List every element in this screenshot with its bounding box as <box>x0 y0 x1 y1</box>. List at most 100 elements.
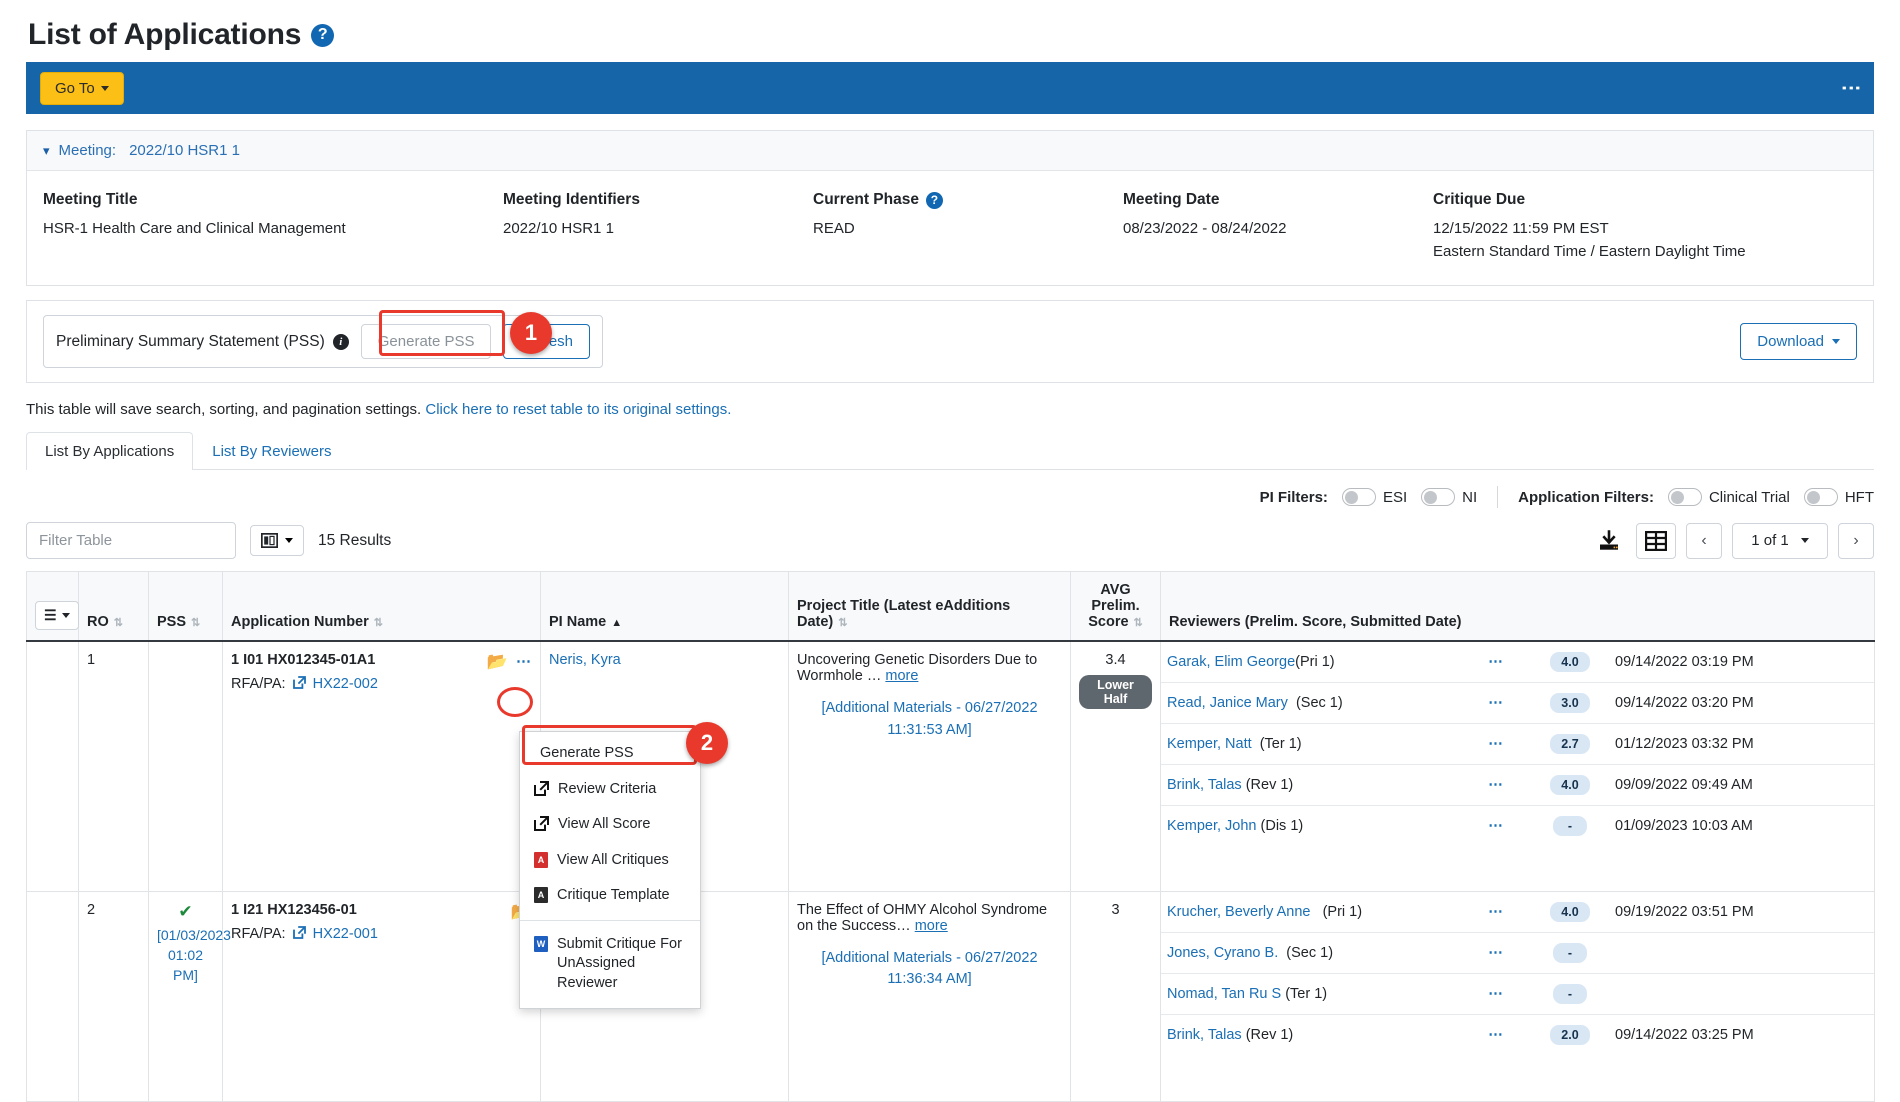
reviewer-actions-icon[interactable]: ⋯ <box>1461 723 1531 765</box>
reviewer-name-cell[interactable]: Read, Janice Mary (Sec 1) <box>1161 682 1461 724</box>
ctx-review-criteria[interactable]: Review Criteria <box>520 772 700 808</box>
reviewer-actions-icon[interactable]: ⋯ <box>1461 764 1531 806</box>
filter-ni[interactable]: NI <box>1421 488 1477 506</box>
download-icon[interactable] <box>1592 523 1626 559</box>
sort-icon: ⇅ <box>1133 617 1143 629</box>
grid-view-icon[interactable] <box>1636 522 1676 559</box>
reviewer-name[interactable]: Read, Janice Mary <box>1167 695 1288 711</box>
score-pill: - <box>1553 983 1587 1004</box>
reviewer-role: (Ter 1) <box>1259 736 1302 752</box>
ctx-critique-template[interactable]: A Critique Template <box>520 878 700 914</box>
reviewer-name[interactable]: Garak, Elim George <box>1167 654 1295 670</box>
column-visibility-button[interactable] <box>250 525 304 556</box>
ctx-submit-critique-unassigned[interactable]: W Submit Critique For UnAssigned Reviewe… <box>520 927 700 1002</box>
ctx-view-all-critiques[interactable]: A View All Critiques <box>520 843 700 879</box>
row-actions-icon[interactable]: ⋯ <box>516 652 532 670</box>
score-pill: 2.7 <box>1550 734 1590 754</box>
application-number: 1 I01 HX012345-01A1 <box>231 652 376 668</box>
filter-table-input[interactable] <box>26 522 236 559</box>
toggle-esi[interactable] <box>1341 488 1376 506</box>
reviewer-name-cell[interactable]: Kemper, Natt (Ter 1) <box>1161 723 1461 765</box>
field-label: Critique Due <box>1433 191 1526 208</box>
reviewer-name-cell[interactable]: Kemper, John (Dis 1) <box>1161 806 1461 847</box>
toggle-clinical-trial[interactable] <box>1667 488 1702 506</box>
field-value: 08/23/2022 - 08/24/2022 <box>1123 220 1287 237</box>
pi-name-link[interactable]: Neris, Kyra <box>549 652 621 668</box>
reviewer-name[interactable]: Nomad, Tan Ru S <box>1167 986 1281 1002</box>
filter-esi-label: ESI <box>1382 488 1408 506</box>
filter-hft[interactable]: HFT <box>1803 488 1874 506</box>
filter-esi[interactable]: ESI <box>1341 488 1408 506</box>
reviewer-name-cell[interactable]: Brink, Talas (Rev 1) <box>1161 1014 1461 1055</box>
reviewer-name[interactable]: Krucher, Beverly Anne <box>1167 904 1310 920</box>
folder-icon[interactable]: 📂 <box>487 652 508 672</box>
project-more-link[interactable]: more <box>885 668 918 684</box>
meeting-collapse-header[interactable]: ▾ Meeting: 2022/10 HSR1 1 <box>27 131 1873 171</box>
next-page-button[interactable]: › <box>1838 522 1874 559</box>
th-pi-name[interactable]: PI Name ▲ <box>540 571 789 642</box>
reviewer-name[interactable]: Jones, Cyrano B. <box>1167 945 1278 961</box>
hamburger-icon: ☰ <box>44 607 57 623</box>
reviewer-name[interactable]: Kemper, Natt <box>1167 736 1252 752</box>
th-avg-score[interactable]: AVG Prelim. Score ⇅ <box>1070 571 1161 642</box>
project-more-link[interactable]: more <box>915 918 948 934</box>
reviewer-name-cell[interactable]: Brink, Talas (Rev 1) <box>1161 764 1461 806</box>
additional-materials-link[interactable]: [Additional Materials - 06/27/2022 11:31… <box>797 698 1062 742</box>
reviewer-actions-icon[interactable]: ⋯ <box>1461 973 1531 1015</box>
go-to-button[interactable]: Go To <box>40 71 124 105</box>
meeting-field-critique-due: Critique Due 12/15/2022 11:59 PM EST Eas… <box>1433 191 1746 263</box>
row-menu-button[interactable]: ☰ <box>35 601 79 630</box>
ctx-generate-pss[interactable]: Generate PSS <box>520 736 700 772</box>
tab-list-by-applications[interactable]: List By Applications <box>26 432 194 470</box>
generate-pss-button[interactable]: Generate PSS <box>360 324 492 359</box>
ctx-view-all-score-label: View All Score <box>558 816 651 833</box>
score-pill: - <box>1553 942 1587 963</box>
toggle-ni[interactable] <box>1421 488 1456 506</box>
reviewer-actions-icon[interactable]: ⋯ <box>1461 932 1531 974</box>
reviewer-actions-icon[interactable]: ⋯ <box>1461 642 1531 683</box>
cell-project-title: The Effect of OHMY Alcohol Syndrome on t… <box>788 890 1071 1102</box>
cell-reviewers: Garak, Elim George(Pri 1) ⋯ 4.0 09/14/20… <box>1160 640 1875 892</box>
reviewer-actions-icon[interactable]: ⋯ <box>1461 891 1531 933</box>
chevron-down-icon <box>1800 538 1809 543</box>
page-selector[interactable]: 1 of 1 <box>1732 522 1828 559</box>
tab-list-by-reviewers[interactable]: List By Reviewers <box>193 432 350 470</box>
th-application-number[interactable]: Application Number ⇅ <box>222 571 541 642</box>
ctx-view-all-score[interactable]: View All Score <box>520 807 700 843</box>
reviewer-name-cell[interactable]: Garak, Elim George(Pri 1) <box>1161 642 1461 683</box>
meeting-fields: Meeting Title HSR-1 Health Care and Clin… <box>27 171 1873 285</box>
reviewer-actions-icon[interactable]: ⋯ <box>1461 806 1531 847</box>
download-dropdown-button[interactable]: Download <box>1740 323 1857 360</box>
reviewer-actions-icon[interactable]: ⋯ <box>1461 682 1531 724</box>
score-pill: 2.0 <box>1550 1024 1590 1045</box>
info-icon[interactable]: i <box>332 333 349 350</box>
th-reviewers-label: Reviewers (Prelim. Score, Submitted Date… <box>1169 614 1462 630</box>
reviewer-name-cell[interactable]: Krucher, Beverly Anne (Pri 1) <box>1161 891 1461 933</box>
reviewer-name[interactable]: Brink, Talas <box>1167 777 1242 793</box>
th-ro[interactable]: RO ⇅ <box>78 571 149 642</box>
help-icon[interactable]: ? <box>311 23 335 47</box>
prev-page-button[interactable]: ‹ <box>1686 522 1722 559</box>
overflow-menu-icon[interactable]: ⋮ <box>1840 78 1862 98</box>
toggle-hft[interactable] <box>1803 488 1838 506</box>
additional-materials-link[interactable]: [Additional Materials - 06/27/2022 11:36… <box>797 948 1062 992</box>
half-badge: Lower Half <box>1079 675 1152 709</box>
th-pss[interactable]: PSS ⇅ <box>148 571 223 642</box>
reviewer-actions-icon[interactable]: ⋯ <box>1461 1014 1531 1055</box>
score-pill: 4.0 <box>1550 652 1590 672</box>
field-label: Current Phase <box>813 191 919 208</box>
rfa-link[interactable]: HX22-002 <box>313 676 378 692</box>
reviewer-role: (Ter 1) <box>1285 985 1328 1002</box>
page-header: List of Applications ? <box>0 0 1900 62</box>
help-icon[interactable]: ? <box>925 191 943 209</box>
application-filters-label: Application Filters: <box>1518 488 1654 506</box>
reset-table-link[interactable]: Click here to reset table to its origina… <box>425 401 731 418</box>
reviewer-name-cell[interactable]: Jones, Cyrano B. (Sec 1) <box>1161 932 1461 974</box>
rfa-link[interactable]: HX22-001 <box>313 926 378 942</box>
reviewer-name[interactable]: Kemper, John <box>1167 818 1256 834</box>
filter-clinical-trial[interactable]: Clinical Trial <box>1667 488 1790 506</box>
reviewer-name-cell[interactable]: Nomad, Tan Ru S (Ter 1) <box>1161 973 1461 1015</box>
sort-icon: ⇅ <box>191 617 201 629</box>
th-project-title[interactable]: Project Title (Latest eAdditions Date) ⇅ <box>788 571 1071 642</box>
reviewer-name[interactable]: Brink, Talas <box>1167 1027 1242 1043</box>
